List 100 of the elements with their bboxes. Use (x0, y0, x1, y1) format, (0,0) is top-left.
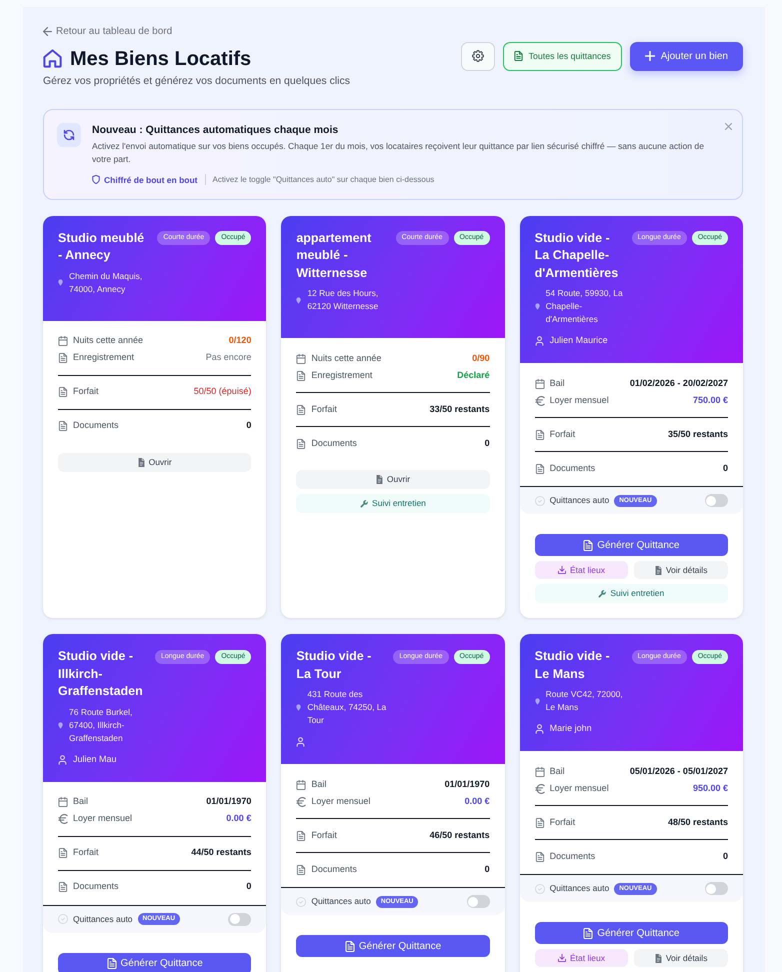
document-icon (58, 848, 68, 858)
stat-label: Documents (550, 462, 596, 475)
document-icon (58, 387, 68, 397)
stat-label: Forfait (73, 846, 99, 860)
map-pin-icon (58, 279, 63, 286)
euro-icon (296, 796, 306, 806)
stat-label: Nuits cette année (73, 334, 144, 348)
stat-label: Forfait (550, 428, 576, 441)
check-circle-icon (534, 884, 545, 894)
stat-label: Forfait (311, 828, 337, 842)
back-link[interactable]: Retour au tableau de bord (43, 25, 172, 38)
close-icon[interactable] (725, 122, 732, 130)
open-button[interactable]: Ouvrir (58, 452, 252, 472)
stat-label: Loyer mensuel (73, 812, 132, 826)
stat-label: Documents (550, 850, 596, 863)
stat-label: Loyer mensuel (550, 782, 609, 795)
stat-value: Pas encore (206, 351, 252, 364)
stat-label: Loyer mensuel (311, 794, 370, 808)
toggle-switch[interactable] (228, 912, 252, 926)
map-pin-icon (534, 303, 540, 310)
document-icon (583, 540, 594, 550)
details-button[interactable]: Voir détails (634, 561, 728, 579)
property-address: 431 Route des Châteaux, 74250, La Tour (307, 688, 388, 727)
document-icon (654, 954, 662, 962)
map-pin-icon (58, 722, 63, 728)
add-property-button[interactable]: Ajouter un bien (630, 42, 743, 71)
auto-receipts-label: Quittances auto (550, 494, 610, 507)
property-title: appartement meublé - Witternesse (296, 230, 372, 282)
shield-icon (92, 175, 100, 184)
stat-label: Bail (550, 764, 565, 778)
document-icon (534, 852, 545, 862)
check-circle-icon (296, 896, 306, 906)
stat-label: Documents (311, 436, 357, 450)
generate-receipt-button[interactable]: Générer Quittance (296, 935, 490, 957)
stat-value: 33/50 restants (430, 402, 490, 416)
stat-value: 0.00 € (226, 812, 252, 826)
property-address: 54 Route, 59930, La Chapelle-d'Armentières (546, 287, 624, 326)
details-button[interactable]: Voir détails (634, 949, 728, 967)
maintenance-button[interactable]: Suivi entretien (296, 494, 490, 513)
document-icon (106, 958, 117, 969)
stat-value: 05/01/2026 - 05/01/2027 (630, 764, 728, 778)
property-title: Studio vide - Illkirch-Graffenstaden (58, 648, 144, 700)
page-title: Mes Biens Locatifs (70, 46, 252, 70)
generate-receipt-button[interactable]: Générer Quittance (534, 534, 728, 556)
toggle-switch[interactable] (466, 895, 490, 908)
toggle-switch[interactable] (704, 882, 728, 895)
stat-label: Bail (73, 795, 88, 808)
stat-value: 950.00 € (692, 782, 728, 795)
euro-icon (534, 396, 545, 406)
map-pin-icon (296, 704, 302, 711)
stat-value: 01/01/1970 (206, 795, 252, 808)
document-icon (376, 475, 383, 484)
refresh-icon (57, 122, 81, 146)
generate-receipt-button[interactable]: Générer Quittance (534, 922, 728, 944)
plus-icon (644, 51, 655, 62)
auto-receipts-label: Quittances auto (73, 912, 133, 926)
wrench-icon (360, 500, 368, 508)
calendar-icon (534, 766, 545, 776)
property-address: 76 Route Burkel, 67400, Illkirch-Graffenstaden (69, 706, 134, 744)
document-icon (296, 438, 306, 448)
stat-label: Nuits cette année (311, 352, 382, 365)
maintenance-button[interactable]: Suivi entretien (534, 584, 728, 603)
banner-title: Nouveau : Quittances automatiques chaque mois (92, 122, 340, 136)
calendar-icon (296, 354, 306, 364)
open-button[interactable]: Ouvrir (296, 470, 490, 489)
stat-value: 0/90 (472, 352, 490, 365)
stat-value: 50/50 (épuisé) (194, 385, 252, 398)
document-icon (534, 818, 545, 828)
security-label: Chiffré de bout en bout (104, 174, 198, 186)
calendar-icon (58, 336, 68, 346)
property-title: Studio meublé - Annecy (58, 230, 146, 264)
property-title: Studio vide - La Chapelle-d'Armentières (534, 230, 620, 282)
tenant-name: Julien Maurice (550, 334, 608, 348)
document-icon (296, 370, 306, 380)
all-receipts-button[interactable]: Toutes les quittances (502, 42, 622, 71)
stat-label: Loyer mensuel (550, 394, 609, 407)
inventory-button[interactable]: État lieux (534, 561, 628, 579)
euro-icon (534, 784, 545, 794)
banner-hint: Activez le toggle "Quittances auto" sur chaque bien ci-dessous (212, 174, 434, 186)
calendar-icon (534, 378, 545, 388)
stat-label: Bail (311, 778, 326, 791)
inventory-button[interactable]: État lieux (534, 949, 628, 967)
stat-value: 0 (722, 462, 728, 475)
toggle-switch[interactable] (704, 494, 728, 507)
stat-label: Forfait (550, 816, 576, 829)
stat-label: Enregistrement (73, 351, 134, 364)
auto-receipts-label: Quittances auto (550, 882, 610, 895)
generate-receipt-button[interactable]: Générer Quittance (58, 952, 252, 972)
stat-value: 0 (722, 850, 728, 863)
document-icon (296, 830, 306, 840)
document-icon (58, 353, 68, 363)
stat-value: 750.00 € (692, 394, 728, 407)
settings-button[interactable] (460, 42, 495, 71)
auto-receipts-label: Quittances auto (311, 895, 371, 908)
stat-value: 48/50 restants (668, 816, 728, 829)
stat-value: 0/120 (228, 334, 252, 348)
document-icon (514, 51, 523, 62)
house-icon (43, 49, 62, 68)
check-circle-icon (58, 914, 68, 924)
stat-label: Documents (73, 419, 119, 432)
